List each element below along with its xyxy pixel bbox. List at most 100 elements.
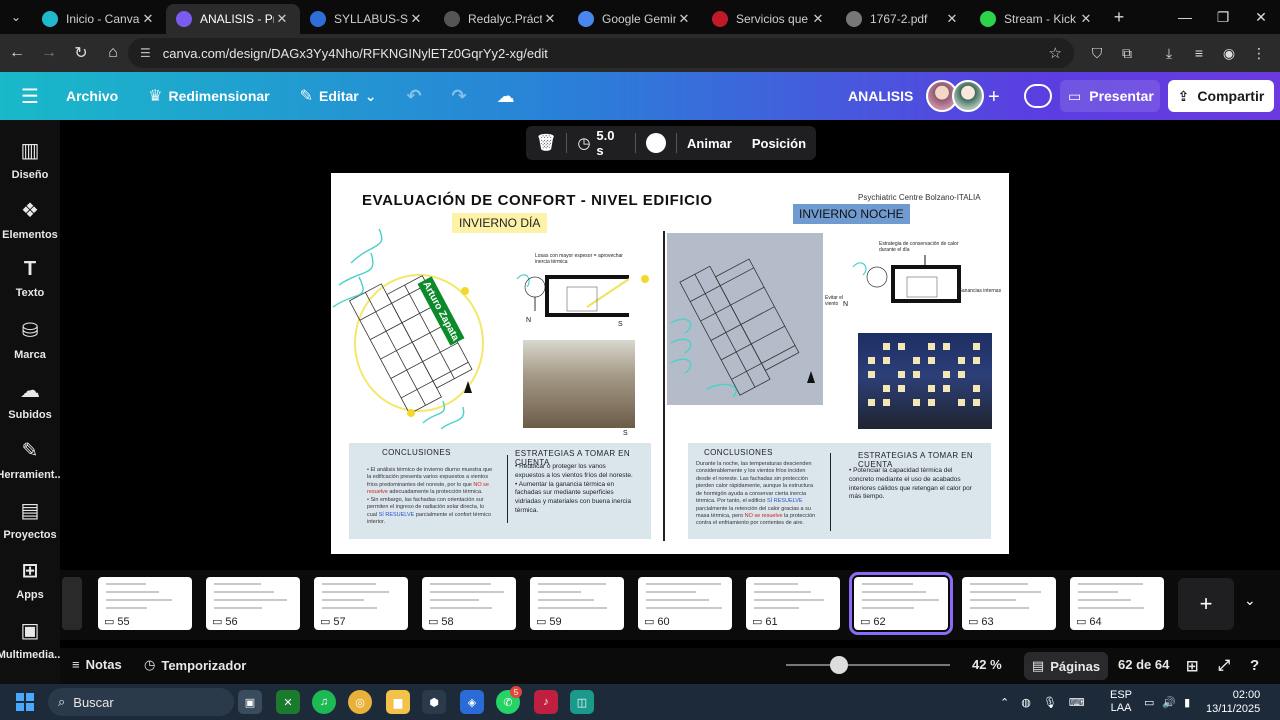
browser-tab[interactable]: Stream - Kick D✕ bbox=[970, 4, 1104, 34]
right-conclusions-box[interactable]: CONCLUSIONES Durante la noche, las tempe… bbox=[688, 443, 991, 539]
night-section-note[interactable]: Estrategia de conservación de calor dura… bbox=[879, 241, 963, 253]
tab-search-menu-icon[interactable]: ⌄ bbox=[0, 0, 32, 34]
page-thumbnail[interactable]: ▭ 62 bbox=[849, 572, 953, 635]
shield-extension-icon[interactable]: ⛉ bbox=[1082, 38, 1112, 68]
edit-menu[interactable]: ✎ Editar ⌄ bbox=[300, 86, 377, 106]
page-thumbnail[interactable]: ▭ 58 bbox=[422, 577, 516, 630]
task-view-icon[interactable]: ▣ bbox=[238, 690, 262, 714]
page-thumbnail[interactable]: ▭ 60 bbox=[638, 577, 732, 630]
sidebar-item-elements[interactable]: ❖ Elementos bbox=[0, 198, 60, 241]
browser-tab[interactable]: 1767-2.pdf ✕ bbox=[836, 4, 970, 34]
add-collaborator-icon[interactable]: + bbox=[988, 86, 1000, 109]
browser-tab[interactable]: Redalyc.Práctica✕ bbox=[434, 4, 568, 34]
extensions-puzzle-icon[interactable]: ⧉ bbox=[1112, 38, 1142, 68]
sidebar-item-apps[interactable]: ⊞ Apps bbox=[0, 558, 60, 601]
share-button[interactable]: ⇪ Compartir bbox=[1168, 80, 1274, 112]
slide-divider[interactable] bbox=[663, 231, 665, 541]
document-title[interactable]: ANALISIS bbox=[848, 88, 913, 104]
delete-icon[interactable]: 🗑 bbox=[526, 133, 566, 153]
browser-tab[interactable]: Servicios que br✕ bbox=[702, 4, 836, 34]
undo-button[interactable]: ↶ bbox=[406, 86, 421, 107]
sidebar-item-media[interactable]: ▣ Multimedia... bbox=[0, 618, 63, 661]
spotify-icon[interactable]: ♫ bbox=[312, 690, 336, 714]
bookmark-star-icon[interactable]: ☆ bbox=[1049, 44, 1062, 62]
resize-menu[interactable]: ♛ Redimensionar bbox=[148, 86, 269, 106]
tab-close-icon[interactable]: ✕ bbox=[676, 11, 692, 27]
sidebar-item-tools[interactable]: ✎ Herramient... bbox=[0, 438, 64, 481]
chrome-icon[interactable]: ◎ bbox=[348, 690, 372, 714]
forward-icon[interactable]: → bbox=[34, 38, 64, 68]
page-counter[interactable]: 62 de 64 bbox=[1118, 657, 1169, 672]
sidebar-item-brand[interactable]: ⛁ Marca bbox=[0, 318, 60, 361]
page-thumbnail[interactable]: ▭ 63 bbox=[962, 577, 1056, 630]
avatar[interactable] bbox=[952, 80, 984, 112]
zoom-slider[interactable] bbox=[786, 664, 950, 666]
reload-icon[interactable]: ↻ bbox=[66, 38, 96, 68]
animate-button[interactable]: Animar bbox=[677, 136, 742, 151]
cloud-saved-icon[interactable]: ☁ bbox=[497, 86, 515, 107]
browser-tab[interactable]: Google Gemini ✕ bbox=[568, 4, 702, 34]
download-icon[interactable]: ⤓ bbox=[1154, 38, 1184, 68]
slide-canvas[interactable]: EVALUACIÓN DE CONFORT - NIVEL EDIFICIO P… bbox=[331, 173, 1009, 554]
sidebar-item-uploads[interactable]: ☁ Subidos bbox=[0, 378, 60, 421]
help-icon[interactable]: ? bbox=[1250, 657, 1259, 674]
browser-tab[interactable]: SYLLABUS-SALU✕ bbox=[300, 4, 434, 34]
site-info-icon[interactable]: ☰ bbox=[140, 46, 151, 60]
vscode-icon[interactable]: ◈ bbox=[460, 690, 484, 714]
left-conclusions-box[interactable]: CONCLUSIONES • El análisis térmico de in… bbox=[349, 443, 651, 539]
main-menu-icon[interactable]: ☰ bbox=[0, 84, 60, 109]
tab-close-icon[interactable]: ✕ bbox=[140, 11, 156, 27]
language-indicator[interactable]: ESP LAA bbox=[1110, 684, 1132, 720]
section-night-diagram[interactable] bbox=[847, 247, 997, 317]
tab-close-icon[interactable]: ✕ bbox=[1078, 11, 1094, 27]
timer-button[interactable]: ◷ Temporizador bbox=[144, 657, 246, 673]
fullscreen-icon[interactable]: ⤢ bbox=[1218, 657, 1230, 674]
slide-subtitle[interactable]: Psychiatric Centre Bolzano-ITALIA bbox=[858, 193, 981, 202]
file-explorer-icon[interactable]: ▆ bbox=[386, 690, 410, 714]
keyboard-icon[interactable]: ⌨ bbox=[1069, 696, 1085, 709]
color-button[interactable] bbox=[636, 133, 676, 153]
day-section-note[interactable]: Losas con mayor espesor = aprovechar ine… bbox=[535, 253, 635, 265]
address-bar[interactable]: ☰ canva.com/design/DAGx3Yy4Nho/RFKNGINyl… bbox=[128, 38, 1074, 68]
night-building-photo[interactable] bbox=[858, 333, 992, 429]
xbox-app-icon[interactable]: ✕ bbox=[276, 690, 300, 714]
profile-avatar-icon[interactable]: ◉ bbox=[1214, 38, 1244, 68]
maximize-icon[interactable]: ❐ bbox=[1204, 0, 1242, 34]
tray-chevron-icon[interactable]: ⌃ bbox=[1000, 696, 1009, 709]
media-control-icon[interactable]: ≡ bbox=[1184, 38, 1214, 68]
sidebar-item-projects[interactable]: ▤ Proyectos bbox=[0, 498, 60, 541]
zoom-slider-handle[interactable] bbox=[830, 656, 849, 674]
comment-icon[interactable] bbox=[1024, 84, 1052, 108]
redo-button[interactable]: ↷ bbox=[452, 86, 467, 107]
floor-plan-day[interactable] bbox=[331, 223, 521, 438]
notes-button[interactable]: ≡ Notas bbox=[72, 657, 122, 672]
tab-close-icon[interactable]: ✕ bbox=[408, 11, 424, 27]
sidebar-item-text[interactable]: T Texto bbox=[0, 258, 60, 299]
tab-close-icon[interactable]: ✕ bbox=[810, 11, 826, 27]
zoom-value[interactable]: 42 % bbox=[972, 657, 1002, 672]
minimize-icon[interactable]: — bbox=[1166, 0, 1204, 34]
back-icon[interactable]: ← bbox=[2, 38, 32, 68]
tray-app-icon[interactable]: ◍ bbox=[1021, 696, 1031, 709]
grid-view-icon[interactable]: ⊞ bbox=[1186, 657, 1199, 675]
teams-icon[interactable]: ◫ bbox=[570, 690, 594, 714]
night-internal-gains[interactable]: Ganancias internas bbox=[958, 288, 1002, 294]
page-thumbnail[interactable]: ▭ 56 bbox=[206, 577, 300, 630]
page-thumbnail[interactable]: ▭ 61 bbox=[746, 577, 840, 630]
close-window-icon[interactable]: ✕ bbox=[1242, 0, 1280, 34]
microphone-icon[interactable]: 🎙 bbox=[1043, 696, 1057, 709]
floor-plan-night[interactable] bbox=[667, 233, 823, 405]
page-thumbnail[interactable]: ▭ 64 bbox=[1070, 577, 1164, 630]
browser-tab[interactable]: Inicio - Canva ✕ bbox=[32, 4, 166, 34]
page-thumbnail[interactable]: ▭ 57 bbox=[314, 577, 408, 630]
file-menu[interactable]: Archivo bbox=[66, 88, 118, 104]
page-thumbnail[interactable]: ▭ 59 bbox=[530, 577, 624, 630]
browser-tab[interactable]: ANALISIS - Prese✕ bbox=[166, 4, 300, 34]
winter-night-tag[interactable]: INVIERNO NOCHE bbox=[793, 204, 910, 224]
pages-view-button[interactable]: ▤ Páginas bbox=[1024, 652, 1108, 680]
taskbar-search[interactable]: ⌕ Buscar bbox=[48, 688, 234, 716]
interior-photo[interactable] bbox=[523, 340, 635, 428]
tab-close-icon[interactable]: ✕ bbox=[274, 11, 290, 27]
browser-menu-icon[interactable]: ⋮ bbox=[1244, 38, 1274, 68]
present-button[interactable]: ▭ Presentar bbox=[1060, 80, 1160, 112]
